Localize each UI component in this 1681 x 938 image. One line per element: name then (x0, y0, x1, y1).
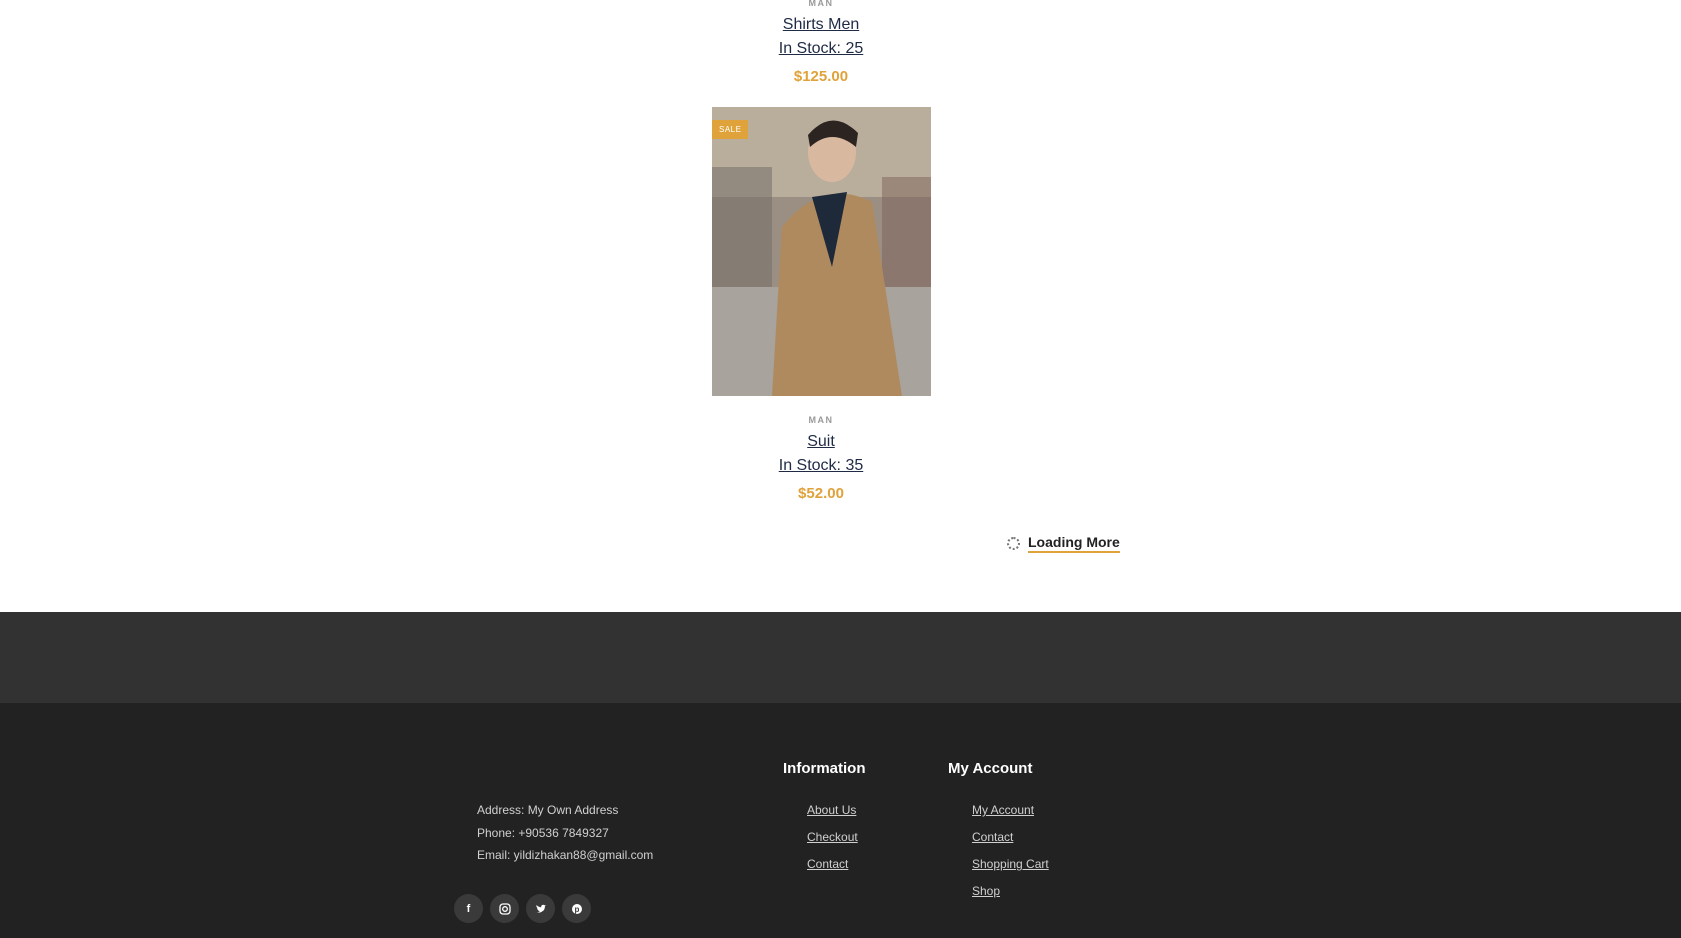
footer-top-band (0, 612, 1681, 703)
pinterest-icon[interactable]: p (562, 894, 591, 923)
product-category: MAN (808, 415, 834, 425)
footer: Address: My Own Address Phone: +90536 78… (0, 703, 1681, 938)
spinner-icon (1007, 537, 1020, 550)
information-links: About Us Checkout Contact (807, 797, 858, 878)
product-photo-illustration (712, 107, 931, 396)
contact-link[interactable]: Contact (807, 857, 848, 871)
checkout-link[interactable]: Checkout (807, 830, 858, 844)
twitter-icon[interactable] (526, 894, 555, 923)
shop-link[interactable]: Shop (972, 884, 1000, 898)
my-account-link[interactable]: My Account (972, 803, 1034, 817)
product-stock-link[interactable]: In Stock: 25 (711, 40, 931, 58)
sale-badge: SALE (712, 120, 749, 139)
product-price: $125.00 (793, 68, 849, 85)
product-price: $52.00 (798, 485, 844, 502)
contact-info: Address: My Own Address Phone: +90536 78… (477, 799, 653, 867)
loading-more[interactable]: Loading More (1007, 534, 1120, 553)
my-account-title: My Account (948, 760, 1033, 777)
instagram-icon[interactable] (490, 894, 519, 923)
product-image[interactable]: SALE (712, 107, 931, 396)
loading-more-link[interactable]: Loading More (1028, 534, 1120, 553)
product-category: MAN (808, 0, 834, 8)
facebook-icon[interactable]: f (454, 894, 483, 923)
product-name-link[interactable]: Shirts Men (711, 16, 931, 34)
phone-text: Phone: +90536 7849327 (477, 825, 609, 840)
contact-link[interactable]: Contact (972, 830, 1013, 844)
product-name-link[interactable]: Suit (711, 433, 931, 451)
information-title: Information (783, 760, 866, 777)
address-text: Address: My Own Address (477, 803, 619, 817)
social-links: f p (454, 894, 591, 923)
svg-text:p: p (574, 904, 579, 913)
about-us-link[interactable]: About Us (807, 803, 856, 817)
shopping-cart-link[interactable]: Shopping Cart (972, 857, 1049, 871)
product-stock-link[interactable]: In Stock: 35 (711, 457, 931, 475)
email-text: Email: yildizhakan88@gmail.com (477, 848, 654, 862)
my-account-links: My Account Contact Shopping Cart Shop (972, 797, 1049, 905)
